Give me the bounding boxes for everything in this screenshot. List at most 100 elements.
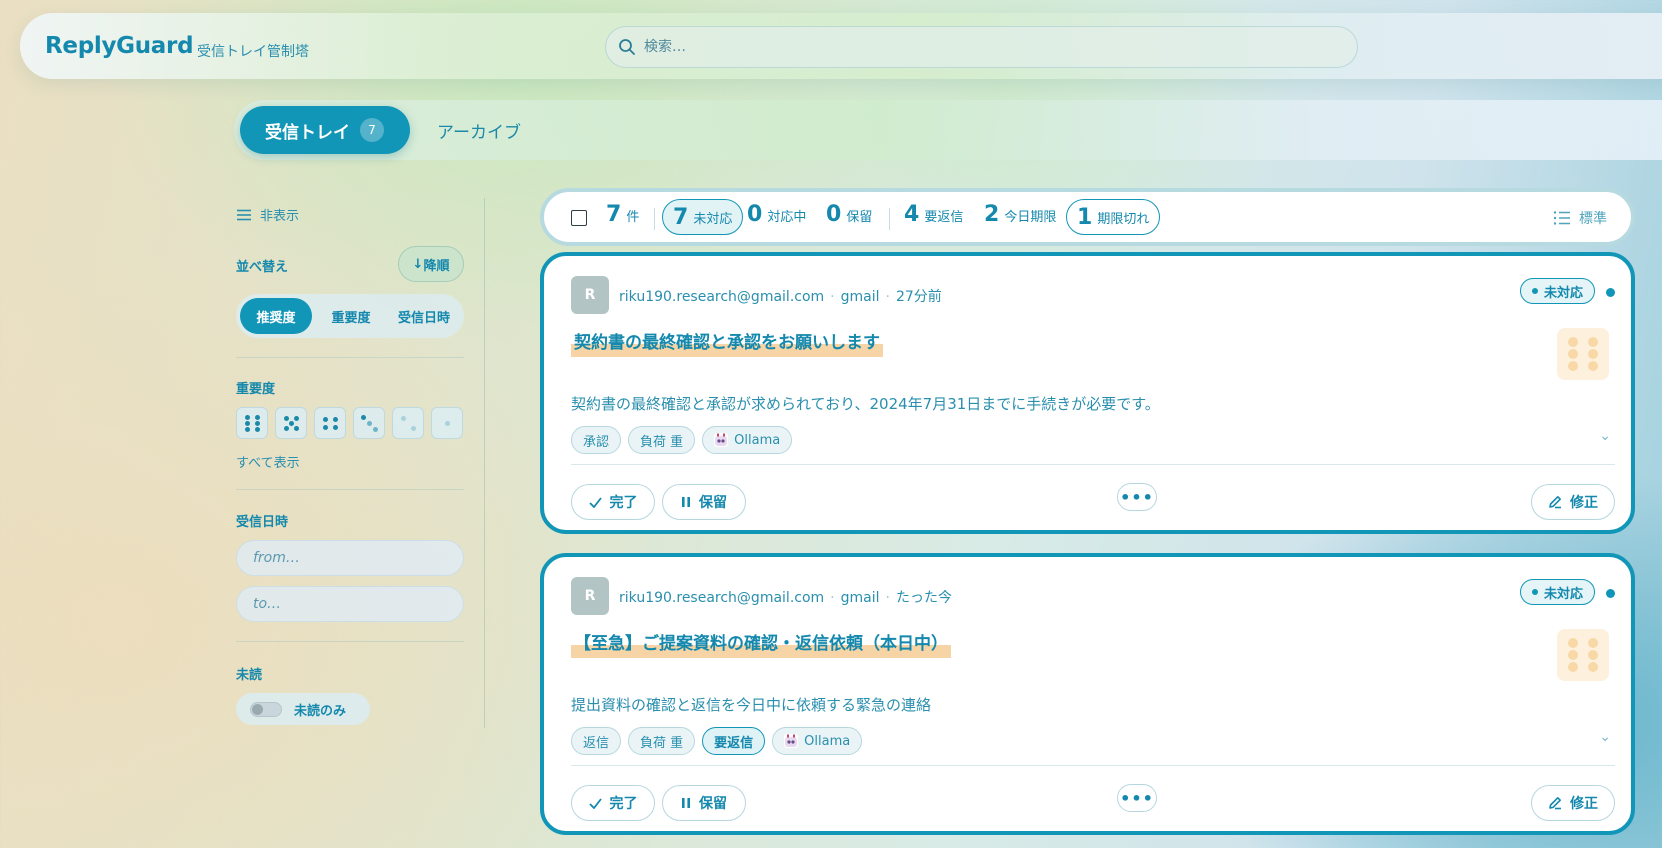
pencil-icon [1549, 797, 1561, 810]
email-source: gmail [840, 289, 880, 305]
tab-inbox[interactable]: 受信トレイ 7 [240, 106, 410, 154]
tag-chip[interactable]: 返信 [571, 727, 622, 755]
model-tag[interactable]: Ollama [772, 727, 863, 755]
date-title: 受信日時 [236, 515, 289, 530]
status-label: 未対応 [1543, 285, 1583, 301]
pencil-icon [1549, 496, 1561, 509]
edit-button[interactable]: 修正 [1531, 484, 1615, 520]
stat-in-progress-label: 対応中 [767, 210, 807, 225]
importance-5-button[interactable] [275, 407, 307, 439]
status-dot-icon [1531, 589, 1538, 595]
hide-sidebar-button[interactable]: 非表示 [236, 205, 299, 224]
sort-title: 並べ替え [236, 260, 289, 275]
importance-4-button[interactable] [314, 407, 346, 439]
edit-button[interactable]: 修正 [1531, 785, 1615, 821]
done-button[interactable]: 完了 [571, 484, 655, 520]
sort-option-importance[interactable]: 重要度 [316, 298, 386, 334]
done-button[interactable]: 完了 [571, 785, 655, 821]
stat-hold[interactable]: 0 保留 [826, 202, 872, 227]
importance-1-button[interactable] [431, 407, 463, 439]
arrow-down-icon: ↓ [412, 256, 424, 272]
hold-button[interactable]: 保留 [662, 785, 746, 821]
done-label: 完了 [609, 796, 638, 812]
pause-icon [682, 497, 690, 507]
email-time: 27分前 [895, 289, 942, 305]
hide-sidebar-label: 非表示 [260, 209, 300, 224]
tab-archive[interactable]: アーカイブ [437, 118, 521, 143]
unread-only-label: 未読のみ [294, 704, 347, 719]
sort-option-recommended[interactable]: 推奨度 [240, 298, 312, 334]
menu-icon [237, 209, 251, 220]
show-all-link[interactable]: すべて表示 [236, 452, 300, 471]
email-subject[interactable]: 【至急】ご提案資料の確認・返信依頼（本日中） [571, 627, 951, 658]
email-meta: riku190.research@gmail.com · gmail · たった今 [619, 590, 952, 606]
search-bar[interactable] [605, 26, 1358, 68]
density-label: 標準 [1579, 211, 1607, 227]
tag-chip[interactable]: 負荷 重 [628, 426, 696, 454]
stat-total[interactable]: 7 件 [606, 202, 639, 227]
tab-inbox-label: 受信トレイ [265, 122, 350, 143]
importance-6-icon [1557, 629, 1609, 681]
status-badge[interactable]: 未対応 [1519, 579, 1595, 605]
stat-total-count: 7 [606, 202, 622, 227]
search-input[interactable] [644, 35, 1324, 59]
app-brand[interactable]: ReplyGuard [45, 33, 194, 59]
stat-needs-reply[interactable]: 4 要返信 [904, 202, 963, 227]
more-options-button[interactable]: ••• [1117, 784, 1157, 812]
ollama-icon [714, 433, 729, 447]
sort-direction-label: 降順 [423, 258, 450, 274]
email-summary: 提出資料の確認と返信を今日中に依頼する緊急の連絡 [571, 696, 932, 714]
importance-3-button[interactable] [353, 407, 385, 439]
unread-only-toggle[interactable] [250, 702, 282, 717]
hold-button[interactable]: 保留 [662, 484, 746, 520]
density-toggle[interactable]: 標準 [1553, 208, 1607, 228]
select-all-checkbox[interactable] [571, 210, 587, 226]
status-badge[interactable]: 未対応 [1519, 278, 1595, 304]
stat-unhandled-count: 7 [673, 204, 689, 230]
divider [571, 464, 1615, 465]
hold-label: 保留 [699, 495, 727, 511]
status-dot-icon [1531, 288, 1538, 294]
importance-6-icon [1557, 328, 1609, 380]
stat-in-progress[interactable]: 0 対応中 [747, 202, 806, 227]
email-card[interactable]: R riku190.research@gmail.com · gmail · 27分前 … [540, 252, 1635, 534]
sort-direction-button[interactable]: ↓ 降順 [398, 246, 464, 282]
email-subject[interactable]: 契約書の最終確認と承認をお願いします [571, 326, 883, 357]
email-summary: 契約書の最終確認と承認が求められており、2024年7月31日までに手続きが必要で… [571, 395, 1160, 413]
more-options-button[interactable]: ••• [1117, 483, 1157, 511]
stat-overdue[interactable]: 1 期限切れ [1066, 199, 1161, 235]
chevron-down-icon[interactable]: ⌄ [1599, 729, 1611, 745]
stat-due-today[interactable]: 2 今日期限 [984, 202, 1056, 227]
hold-label: 保留 [699, 796, 727, 812]
model-tag[interactable]: Ollama [702, 426, 793, 454]
search-icon [619, 39, 635, 55]
app-subtitle: 受信トレイ管制塔 [197, 44, 309, 60]
importance-6-button[interactable] [236, 407, 268, 439]
divider [236, 489, 464, 490]
date-to-input[interactable]: to… [236, 586, 464, 622]
stat-hold-label: 保留 [846, 210, 873, 225]
avatar: R [571, 276, 609, 314]
tag-chip[interactable]: 承認 [571, 426, 622, 454]
stat-needs-reply-label: 要返信 [924, 210, 964, 225]
date-from-input[interactable]: from… [236, 540, 464, 576]
importance-title: 重要度 [236, 382, 276, 397]
stat-due-today-label: 今日期限 [1004, 210, 1057, 225]
sort-option-received[interactable]: 受信日時 [388, 298, 460, 334]
sidebar-divider [484, 198, 485, 728]
tag-chip[interactable]: 負荷 重 [628, 727, 696, 755]
chevron-down-icon[interactable]: ⌄ [1599, 428, 1611, 444]
divider [889, 208, 890, 230]
ollama-icon [784, 734, 799, 748]
tag-list: 承認 負荷 重 Ollama [571, 426, 799, 454]
email-card[interactable]: R riku190.research@gmail.com · gmail · たった今 … [540, 553, 1635, 835]
needs-reply-tag[interactable]: 要返信 [702, 727, 766, 755]
edit-label: 修正 [1570, 495, 1598, 511]
unread-only-filter[interactable]: 未読のみ [236, 693, 370, 725]
edit-label: 修正 [1570, 796, 1598, 812]
divider [236, 641, 464, 642]
stat-due-today-count: 2 [984, 202, 1000, 227]
importance-2-button[interactable] [392, 407, 424, 439]
model-tag-label: Ollama [734, 432, 781, 448]
stat-unhandled[interactable]: 7 未対応 [662, 199, 744, 235]
